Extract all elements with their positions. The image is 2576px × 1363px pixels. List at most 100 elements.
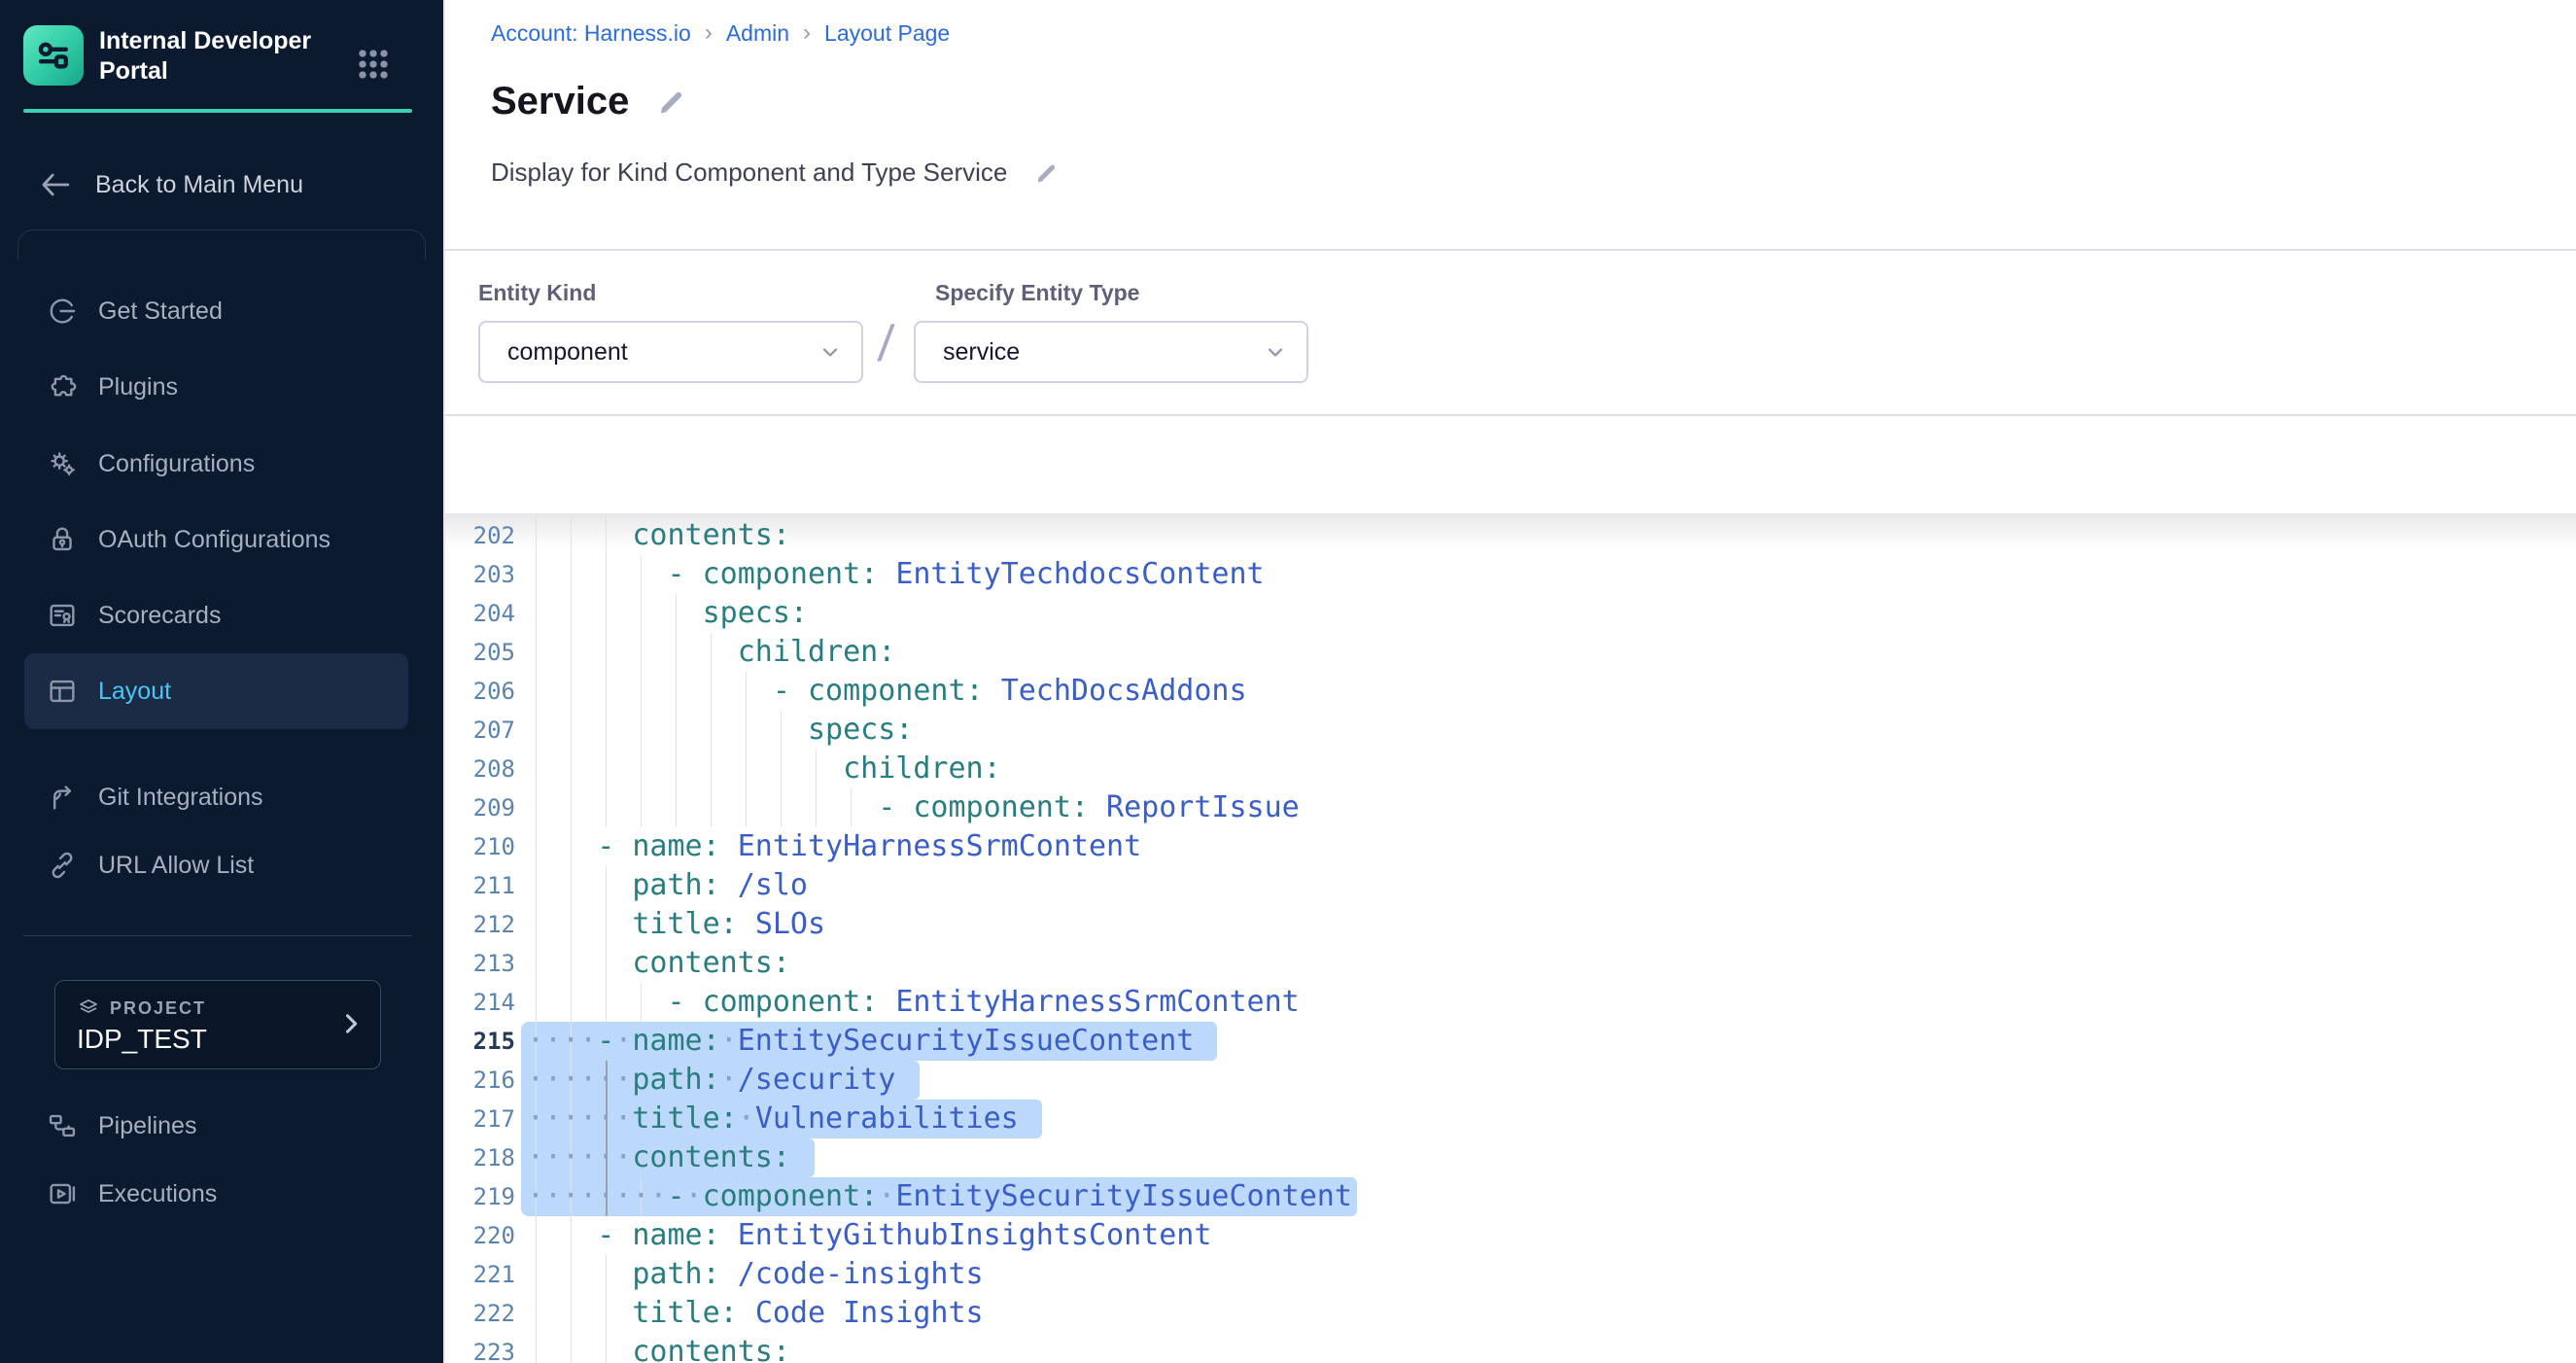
- whitespace-dots: [878, 985, 895, 1019]
- project-selector-card[interactable]: PROJECT IDP_TEST: [54, 980, 381, 1069]
- yaml-key: -: [597, 829, 614, 863]
- whitespace-dots: ·: [720, 1024, 738, 1058]
- line-number: 202: [467, 516, 515, 555]
- line-number: 207: [467, 711, 515, 750]
- breadcrumb-link[interactable]: Admin: [726, 20, 789, 47]
- yaml-key: name:: [632, 1218, 719, 1252]
- sidebar-item-configurations[interactable]: Configurations: [24, 426, 408, 502]
- code-line[interactable]: 211 path: /slo: [445, 866, 2576, 905]
- code-text: ······title:·Vulnerabilities: [527, 1100, 1019, 1138]
- code-line[interactable]: 220 - name: EntityGithubInsightsContent: [445, 1216, 2576, 1255]
- yaml-key: component:: [808, 674, 984, 708]
- code-line[interactable]: 218······contents:: [445, 1138, 2576, 1177]
- sidebar-item-executions[interactable]: Executions: [24, 1156, 408, 1232]
- sidebar-item-scorecards[interactable]: Scorecards: [24, 577, 408, 653]
- code-text: - component: EntityHarnessSrmContent: [527, 983, 1300, 1022]
- sidebar-item-label: Pipelines: [98, 1112, 196, 1140]
- sidebar-item-layout[interactable]: Layout: [24, 653, 408, 729]
- sidebar-item-url-allow-list[interactable]: URL Allow List: [24, 827, 408, 903]
- code-line[interactable]: 212 title: SLOs: [445, 905, 2576, 944]
- page-subtitle-row: Display for Kind Component and Type Serv…: [491, 157, 1060, 188]
- yaml-key: path:: [632, 1063, 719, 1097]
- yaml-value: /code-insights: [738, 1257, 984, 1291]
- code-line[interactable]: 216······path:·/security: [445, 1061, 2576, 1100]
- app-title-line2: Portal: [99, 56, 352, 87]
- whitespace-dots: [527, 1218, 597, 1252]
- code-line[interactable]: 209 - component: ReportIssue: [445, 788, 2576, 827]
- yaml-key: title:: [632, 1296, 737, 1330]
- yaml-value: ReportIssue: [1106, 790, 1300, 824]
- code-line[interactable]: 202 contents:: [445, 516, 2576, 555]
- whitespace-dots: [527, 596, 703, 630]
- line-number: 206: [467, 672, 515, 711]
- code-line[interactable]: 204 specs:: [445, 594, 2576, 633]
- breadcrumb-link[interactable]: Account: Harness.io: [491, 20, 691, 47]
- line-number: 210: [467, 827, 515, 866]
- whitespace-dots: [527, 946, 632, 980]
- code-line[interactable]: 215····-·name:·EntitySecurityIssueConten…: [445, 1022, 2576, 1061]
- app-switcher-grid-icon[interactable]: [352, 43, 395, 86]
- code-line[interactable]: 221 path: /code-insights: [445, 1255, 2576, 1294]
- code-text: - name: EntityGithubInsightsContent: [527, 1216, 1211, 1255]
- sidebar: Internal Developer Portal Back to Main M…: [0, 0, 443, 1363]
- edit-subtitle-pencil-icon[interactable]: [1032, 159, 1060, 187]
- page-title: Service: [491, 80, 629, 123]
- sidebar-item-label: Get Started: [98, 297, 223, 326]
- code-line[interactable]: 207 specs:: [445, 711, 2576, 750]
- entity-type-value: service: [943, 338, 1020, 367]
- line-number: 203: [467, 555, 515, 594]
- chevron-down-icon: [1264, 340, 1287, 364]
- sidebar-item-label: OAuth Configurations: [98, 526, 331, 554]
- yaml-value: /security: [738, 1063, 896, 1097]
- whitespace-dots: [527, 985, 668, 1019]
- kind-type-separator: /: [876, 315, 896, 373]
- code-line[interactable]: 210 - name: EntityHarnessSrmContent: [445, 827, 2576, 866]
- breadcrumb-link[interactable]: Layout Page: [824, 20, 950, 47]
- yaml-editor[interactable]: 202 contents:203 - component: EntityTech…: [445, 516, 2576, 1363]
- get-started-icon: [46, 295, 79, 328]
- code-line[interactable]: 222 title: Code Insights: [445, 1294, 2576, 1333]
- code-line[interactable]: 214 - component: EntityHarnessSrmContent: [445, 983, 2576, 1022]
- whitespace-dots: [527, 1335, 632, 1363]
- code-line[interactable]: 206 - component: TechDocsAddons: [445, 672, 2576, 711]
- whitespace-dots: [527, 868, 632, 902]
- entity-kind-label: Entity Kind: [478, 280, 596, 306]
- entity-kind-dropdown[interactable]: component: [478, 321, 863, 383]
- code-line[interactable]: 208 children:: [445, 750, 2576, 788]
- line-number: 208: [467, 750, 515, 788]
- code-text: title: SLOs: [527, 905, 825, 944]
- yaml-value: TechDocsAddons: [1001, 674, 1247, 708]
- breadcrumb-separator: ›: [803, 19, 811, 47]
- code-line[interactable]: 223 contents:: [445, 1333, 2576, 1363]
- code-line[interactable]: 205 children:: [445, 633, 2576, 672]
- sidebar-item-label: Layout: [98, 678, 171, 706]
- whitespace-dots: [720, 868, 738, 902]
- whitespace-dots: [527, 674, 773, 708]
- edit-title-pencil-icon[interactable]: [654, 86, 687, 119]
- code-line[interactable]: 213 contents:: [445, 944, 2576, 983]
- line-number: 209: [467, 788, 515, 827]
- code-line[interactable]: 203 - component: EntityTechdocsContent: [445, 555, 2576, 594]
- yaml-key: contents:: [632, 946, 790, 980]
- line-number: 222: [467, 1294, 515, 1333]
- sidebar-item-git-integrations[interactable]: Git Integrations: [24, 759, 408, 835]
- sidebar-item-pipelines[interactable]: Pipelines: [24, 1088, 408, 1164]
- code-line[interactable]: 219········-·component:·EntitySecurityIs…: [445, 1177, 2576, 1216]
- back-to-main-menu-button[interactable]: Back to Main Menu: [0, 148, 443, 222]
- line-number: 217: [467, 1100, 515, 1138]
- sidebar-item-plugins[interactable]: Plugins: [24, 349, 408, 425]
- sidebar-item-get-started[interactable]: Get Started: [24, 273, 408, 349]
- sidebar-item-oauth-configurations[interactable]: OAuth Configurations: [24, 502, 408, 577]
- whitespace-dots: [878, 557, 895, 591]
- yaml-value: Vulnerabilities: [755, 1101, 1019, 1136]
- entity-type-dropdown[interactable]: service: [914, 321, 1308, 383]
- code-text: path: /slo: [527, 866, 808, 905]
- code-line[interactable]: 217 ······title:·Vulnerabilities: [445, 1100, 2576, 1138]
- oauth-icon: [46, 523, 79, 556]
- yaml-key: specs:: [703, 596, 808, 630]
- page-subtitle: Display for Kind Component and Type Serv…: [491, 157, 1007, 188]
- code-text: children:: [527, 633, 895, 672]
- code-text: - name: EntityHarnessSrmContent: [527, 827, 1141, 866]
- yaml-key: -: [668, 557, 685, 591]
- yaml-key: -: [597, 1024, 614, 1058]
